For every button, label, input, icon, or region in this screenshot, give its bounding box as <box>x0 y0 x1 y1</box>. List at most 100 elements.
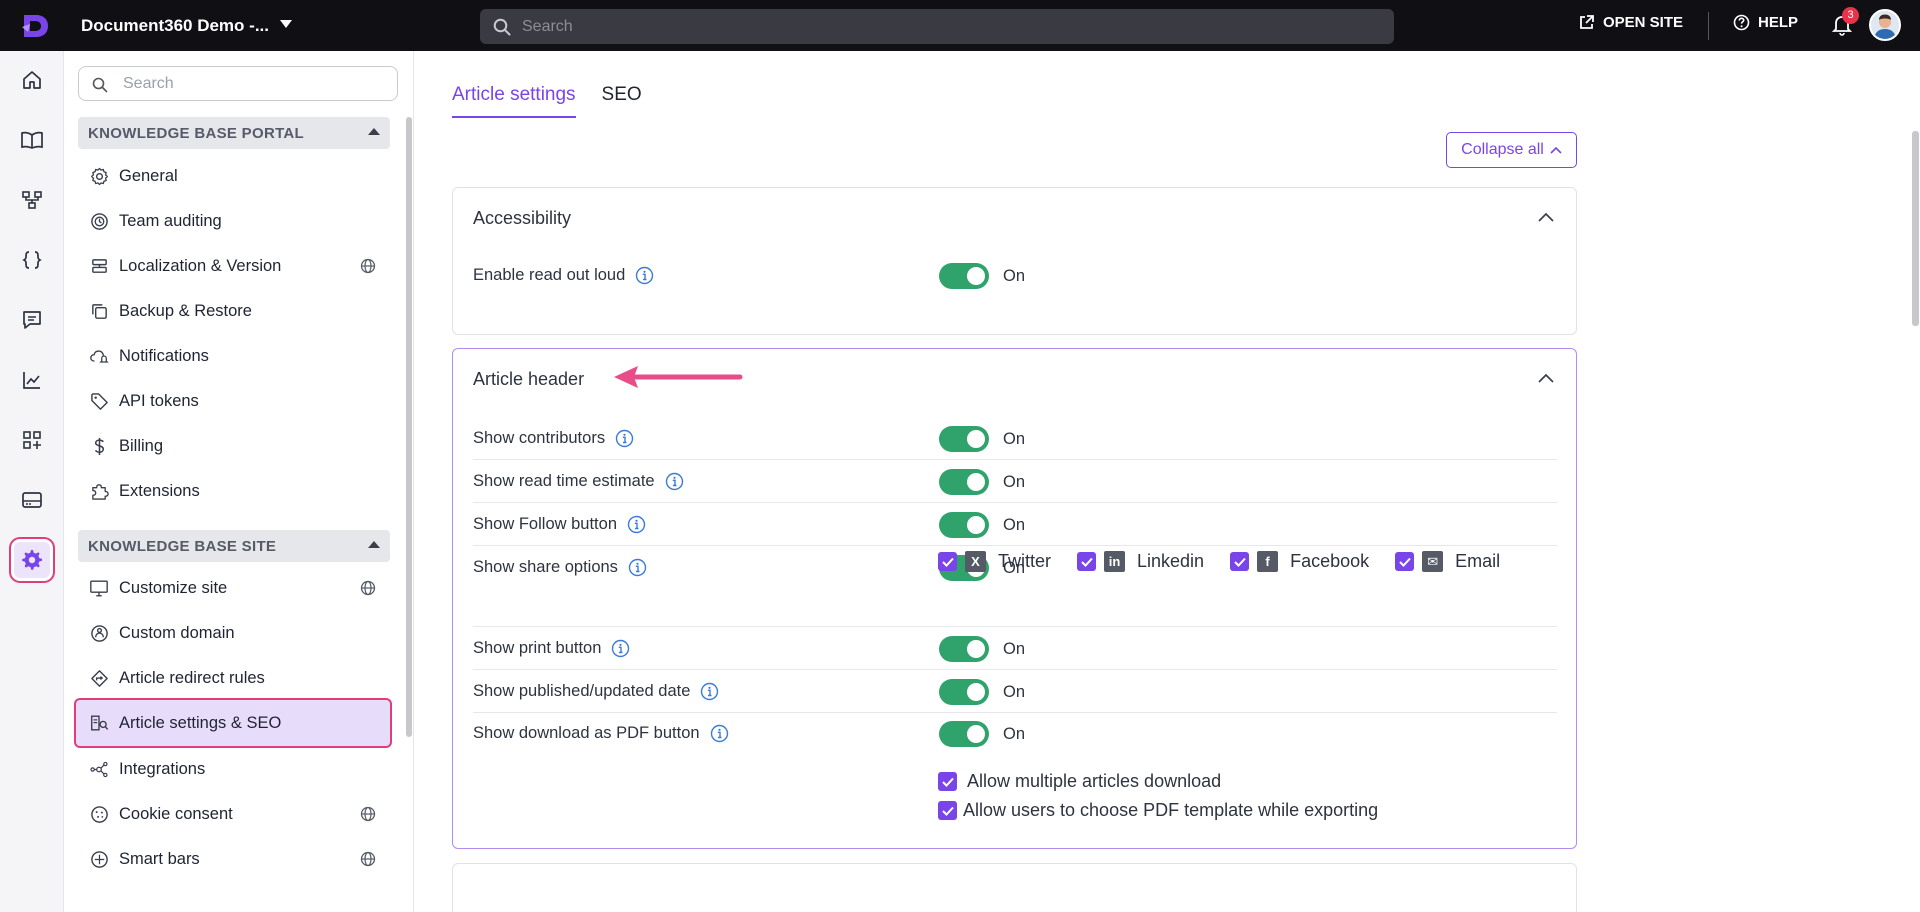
rail-settings[interactable] <box>14 542 50 578</box>
nav-item-general[interactable]: General <box>78 157 390 195</box>
info-icon[interactable] <box>635 266 654 285</box>
info-icon[interactable] <box>627 515 646 534</box>
show-download-pdf-toggle[interactable] <box>939 721 989 747</box>
nav-item-cookie-consent[interactable]: Cookie consent <box>78 795 390 833</box>
global-search-input[interactable] <box>522 9 1382 44</box>
nav-item-article-redirect-rules[interactable]: Article redirect rules <box>78 659 390 697</box>
checkbox-checked[interactable] <box>938 552 957 571</box>
smartbar-icon <box>90 850 108 868</box>
nav-scrollbar[interactable] <box>406 117 412 737</box>
nav-item-integrations[interactable]: Integrations <box>78 750 390 788</box>
chevron-down-icon[interactable] <box>280 20 292 28</box>
tag-icon <box>90 392 108 410</box>
share-options: X Twitter in Linkedin f Facebook ✉ Email <box>938 551 1526 572</box>
nav-item-team-auditing[interactable]: Team auditing <box>78 202 390 240</box>
pdf-option-multiple-download[interactable]: Allow multiple articles download <box>938 771 1221 792</box>
nav-item-smart-bars[interactable]: Smart bars <box>78 840 390 878</box>
setting-label: Show contributors <box>473 429 606 447</box>
annotation-arrow-icon <box>614 366 743 388</box>
collapse-all-button[interactable]: Collapse all <box>1446 132 1577 168</box>
chevron-up-icon[interactable] <box>1538 373 1554 383</box>
cookie-icon <box>90 805 108 823</box>
nav-item-label: Team auditing <box>119 211 222 230</box>
setting-label: Enable read out loud <box>473 266 626 284</box>
chevron-up-icon[interactable] <box>1538 212 1554 222</box>
show-published-date-toggle[interactable] <box>939 679 989 705</box>
x-icon: X <box>965 551 986 572</box>
nav-item-label: Extensions <box>119 481 200 500</box>
nav-item-notifications[interactable]: Notifications <box>78 337 390 375</box>
nav-item-billing[interactable]: Billing <box>78 427 390 465</box>
rail-home[interactable] <box>14 62 50 98</box>
open-site-button[interactable]: OPEN SITE <box>1578 14 1683 31</box>
info-icon[interactable] <box>700 682 719 701</box>
checkbox-checked[interactable] <box>1395 552 1415 571</box>
info-icon[interactable] <box>611 639 630 658</box>
top-bar: Document360 Demo -... OPEN SITE HELP 3 <box>0 0 1920 51</box>
section-title: Article header <box>473 369 585 389</box>
external-link-icon <box>1580 15 1594 29</box>
avatar[interactable] <box>1869 9 1901 41</box>
checkbox-checked[interactable] <box>938 801 957 820</box>
help-icon <box>1733 14 1750 31</box>
globe-icon <box>360 258 376 274</box>
global-search[interactable] <box>480 9 1394 44</box>
nav-item-label: Customize site <box>119 578 228 597</box>
rail-analytics[interactable] <box>14 362 50 398</box>
toggle-state: On <box>1003 725 1026 743</box>
pdf-option-choose-template[interactable]: Allow users to choose PDF template while… <box>938 800 1378 821</box>
nav-item-article-settings-seo[interactable]: Article settings & SEO <box>74 698 392 748</box>
group-knowledge-base-site[interactable]: KNOWLEDGE BASE SITE <box>78 530 390 562</box>
nav-item-api-tokens[interactable]: API tokens <box>78 382 390 420</box>
info-icon[interactable] <box>710 724 729 743</box>
share-option-email[interactable]: ✉ Email <box>1395 551 1500 572</box>
settings-search[interactable] <box>78 66 398 101</box>
nav-item-localization-version[interactable]: Localization & Version <box>78 247 390 285</box>
share-option-linkedin[interactable]: in Linkedin <box>1077 551 1204 572</box>
nav-item-label: Smart bars <box>119 849 200 868</box>
rail-api[interactable] <box>14 242 50 278</box>
group-knowledge-base-portal[interactable]: KNOWLEDGE BASE PORTAL <box>78 117 390 149</box>
info-icon[interactable] <box>615 429 634 448</box>
setting-row: Show print button On <box>473 627 1557 670</box>
nav-item-label: Article settings & SEO <box>119 713 282 732</box>
nav-item-extensions[interactable]: Extensions <box>78 472 390 510</box>
tab-bar: Article settings SEO <box>452 84 668 118</box>
nav-item-backup-restore[interactable]: Backup & Restore <box>78 292 390 330</box>
read-out-loud-toggle[interactable] <box>939 263 989 289</box>
main-scrollbar[interactable] <box>1912 131 1919 326</box>
show-contributors-toggle[interactable] <box>939 426 989 452</box>
share-option-twitter[interactable]: X Twitter <box>938 551 1051 572</box>
info-icon[interactable] <box>665 472 684 491</box>
tab-seo[interactable]: SEO <box>602 84 642 118</box>
checkbox-checked[interactable] <box>938 772 957 791</box>
help-button[interactable]: HELP <box>1733 14 1798 31</box>
share-option-label: Email <box>1455 551 1501 571</box>
show-read-time-toggle[interactable] <box>939 469 989 495</box>
share-option-facebook[interactable]: f Facebook <box>1230 551 1369 572</box>
show-follow-toggle[interactable] <box>939 512 989 538</box>
rail-hierarchy[interactable] <box>14 182 50 218</box>
toggle-state: On <box>1003 516 1026 534</box>
checkbox-checked[interactable] <box>1077 552 1097 571</box>
rail-apps[interactable] <box>14 422 50 458</box>
settings-search-input[interactable] <box>123 67 389 100</box>
document360-logo[interactable] <box>20 12 50 40</box>
info-icon[interactable] <box>628 558 647 577</box>
setting-label: Show published/updated date <box>473 682 691 700</box>
rail-documentation[interactable] <box>14 122 50 158</box>
globe-icon <box>360 580 376 596</box>
rail-drive[interactable] <box>14 482 50 518</box>
show-print-toggle[interactable] <box>939 636 989 662</box>
rail-feedback[interactable] <box>14 302 50 338</box>
setting-label: Show print button <box>473 639 602 657</box>
globe-icon <box>360 806 376 822</box>
project-title[interactable]: Document360 Demo -... <box>81 16 269 36</box>
caret-up-icon <box>368 541 380 548</box>
tab-article-settings[interactable]: Article settings <box>452 84 576 118</box>
nav-item-custom-domain[interactable]: Custom domain <box>78 614 390 652</box>
checkbox-checked[interactable] <box>1230 552 1250 571</box>
chevron-up-icon <box>1550 146 1562 154</box>
nav-item-customize-site[interactable]: Customize site <box>78 569 390 607</box>
help-label: HELP <box>1758 14 1799 31</box>
